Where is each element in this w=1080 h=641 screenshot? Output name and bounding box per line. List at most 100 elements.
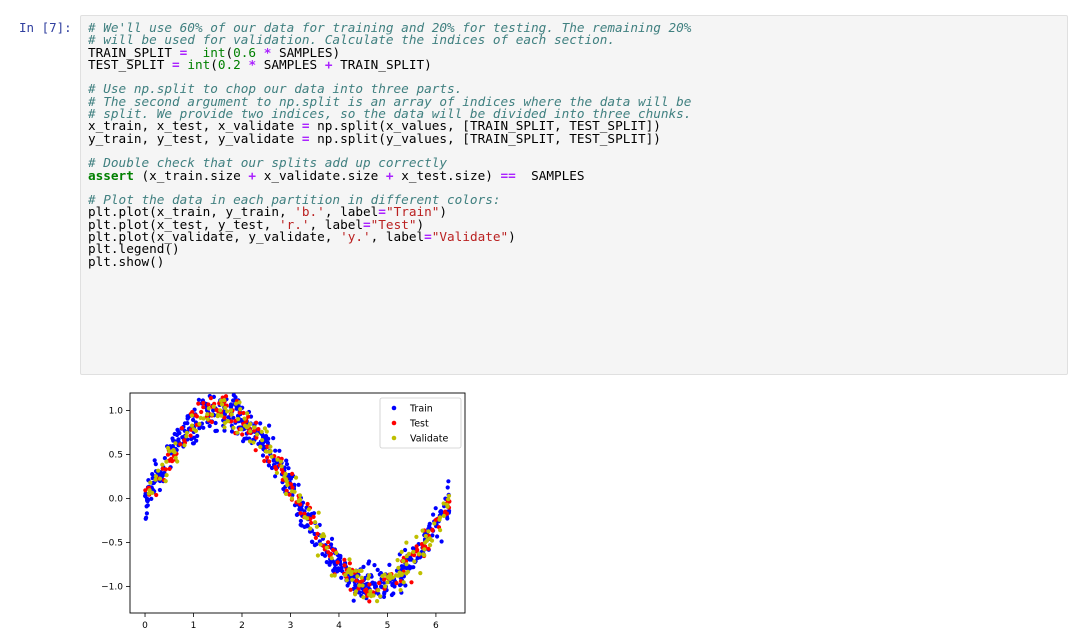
point-validate bbox=[361, 595, 366, 600]
point-test bbox=[342, 557, 347, 562]
code-token: 0.2 bbox=[217, 56, 241, 72]
point-validate bbox=[245, 411, 250, 416]
point-test bbox=[287, 492, 292, 497]
point-test bbox=[348, 587, 353, 592]
point-validate bbox=[329, 573, 334, 578]
point-train bbox=[433, 506, 438, 511]
point-validate bbox=[322, 534, 327, 539]
point-validate bbox=[395, 558, 400, 563]
point-test bbox=[178, 442, 183, 447]
point-train bbox=[143, 516, 148, 521]
x-tick-label: 0 bbox=[142, 621, 148, 631]
point-test bbox=[237, 410, 242, 415]
point-train bbox=[339, 575, 344, 580]
code-token: = bbox=[172, 56, 180, 72]
point-test bbox=[335, 560, 340, 565]
point-train bbox=[397, 583, 403, 588]
point-validate bbox=[418, 571, 423, 576]
point-validate bbox=[315, 553, 320, 558]
point-validate bbox=[390, 575, 395, 580]
point-train bbox=[337, 567, 343, 573]
point-train bbox=[299, 523, 304, 528]
point-test bbox=[409, 580, 414, 585]
point-train bbox=[265, 440, 270, 445]
point-train bbox=[445, 485, 450, 490]
point-train bbox=[195, 433, 200, 439]
point-validate bbox=[399, 571, 405, 576]
point-test bbox=[188, 433, 193, 438]
point-test bbox=[342, 563, 347, 568]
point-validate bbox=[357, 568, 362, 574]
point-validate bbox=[278, 459, 283, 464]
x-tick-label: 2 bbox=[239, 621, 245, 631]
point-validate bbox=[157, 476, 163, 481]
point-test bbox=[241, 410, 246, 416]
point-test bbox=[208, 396, 213, 401]
point-validate bbox=[216, 412, 221, 417]
point-test bbox=[179, 426, 184, 431]
point-test bbox=[354, 578, 359, 583]
point-test bbox=[298, 511, 303, 516]
point-train bbox=[310, 539, 315, 545]
point-test bbox=[163, 467, 168, 472]
point-validate bbox=[396, 565, 401, 570]
point-validate bbox=[206, 406, 211, 411]
point-validate bbox=[401, 558, 406, 564]
point-validate bbox=[422, 547, 427, 552]
point-validate bbox=[353, 568, 358, 573]
point-validate bbox=[411, 549, 416, 554]
point-validate bbox=[236, 417, 241, 422]
code-token: x_validate.size bbox=[256, 167, 386, 183]
point-validate bbox=[156, 468, 161, 473]
point-validate bbox=[247, 439, 253, 444]
point-validate bbox=[242, 416, 247, 421]
point-train bbox=[260, 453, 266, 458]
point-validate bbox=[441, 513, 446, 518]
point-validate bbox=[229, 412, 234, 417]
point-validate bbox=[438, 528, 443, 533]
point-validate bbox=[404, 554, 409, 559]
point-test bbox=[328, 552, 333, 557]
point-train bbox=[389, 592, 394, 598]
point-validate bbox=[368, 588, 373, 594]
point-test bbox=[201, 405, 206, 410]
point-validate bbox=[239, 427, 244, 432]
point-validate bbox=[297, 493, 303, 498]
point-validate bbox=[329, 556, 334, 561]
point-validate bbox=[420, 528, 425, 533]
code-input-area[interactable]: # We'll use 60% of our data for training… bbox=[80, 15, 1068, 375]
point-validate bbox=[235, 430, 240, 435]
code-token: assert bbox=[88, 167, 134, 183]
point-test bbox=[394, 581, 399, 586]
point-test bbox=[367, 599, 372, 604]
point-validate bbox=[233, 401, 238, 406]
point-validate bbox=[173, 441, 178, 446]
point-test bbox=[367, 582, 372, 587]
point-validate bbox=[164, 473, 169, 478]
point-validate bbox=[334, 550, 339, 555]
point-validate bbox=[218, 398, 223, 403]
point-validate bbox=[247, 422, 252, 427]
point-train bbox=[375, 567, 380, 572]
point-train bbox=[298, 518, 303, 524]
point-validate bbox=[343, 573, 348, 578]
point-validate bbox=[293, 475, 299, 480]
point-validate bbox=[353, 592, 358, 597]
code-editor[interactable]: # We'll use 60% of our data for training… bbox=[88, 21, 691, 268]
point-train bbox=[372, 583, 377, 588]
legend-marker-train bbox=[391, 405, 397, 411]
point-validate bbox=[380, 574, 385, 579]
point-validate bbox=[228, 408, 234, 413]
point-validate bbox=[350, 577, 355, 582]
point-validate bbox=[359, 575, 364, 580]
code-token: = bbox=[301, 130, 310, 146]
point-validate bbox=[182, 443, 187, 448]
point-validate bbox=[417, 551, 422, 556]
point-test bbox=[273, 465, 278, 470]
code-token: 'y.' bbox=[340, 229, 371, 245]
point-train bbox=[144, 496, 149, 501]
point-train bbox=[431, 512, 436, 517]
point-train bbox=[258, 421, 263, 426]
point-validate bbox=[426, 529, 431, 534]
code-token: x_test.size) bbox=[393, 167, 501, 183]
